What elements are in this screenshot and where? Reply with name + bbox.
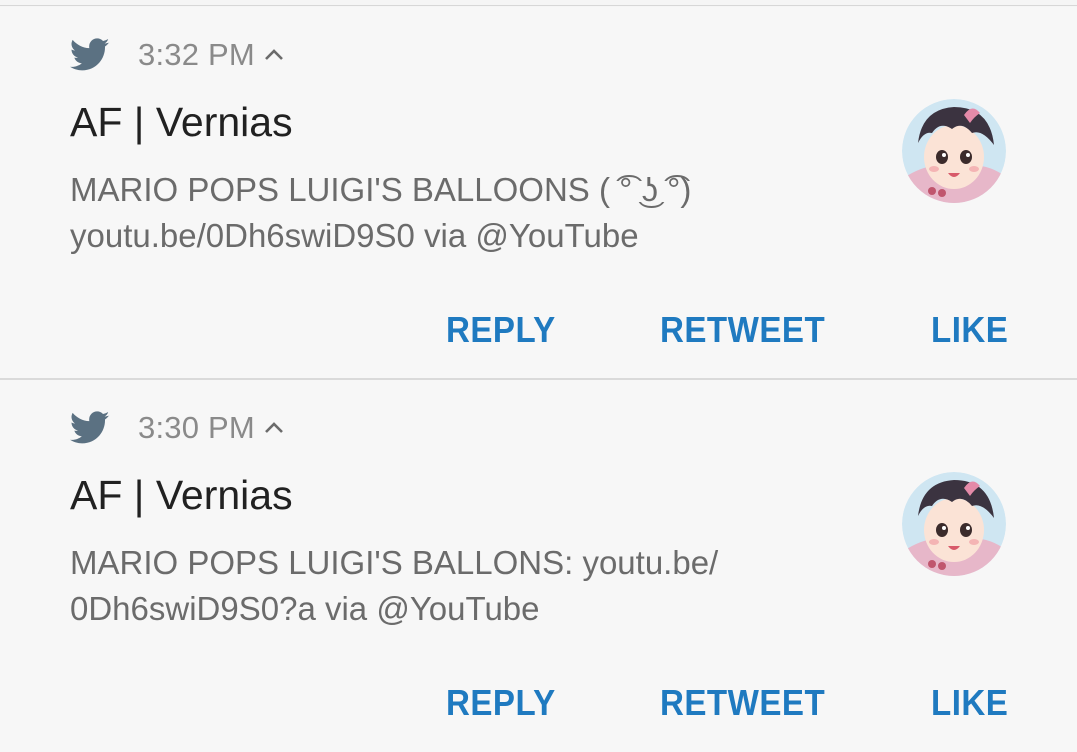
notification-card[interactable]: 3:32 PM AF | Vernias MARIO POPS LUIGI'S … xyxy=(0,7,1077,379)
chevron-up-icon[interactable] xyxy=(263,421,285,435)
notification-body-line: MARIO POPS LUIGI'S BALLOONS ( ͡° ͜ʖ ͡°) xyxy=(70,171,692,208)
twitter-bird-icon xyxy=(70,38,110,71)
chevron-up-icon[interactable] xyxy=(263,48,285,62)
notification-title: AF | Vernias xyxy=(70,99,293,145)
notification-time: 3:30 PM xyxy=(138,410,255,445)
notification-body: MARIO POPS LUIGI'S BALLOONS ( ͡° ͜ʖ ͡°) … xyxy=(70,167,830,259)
notification-body-line: 0Dh6swiD9S0?a via @YouTube xyxy=(70,590,540,627)
notification-title: AF | Vernias xyxy=(70,472,293,518)
notification-header: 3:32 PM xyxy=(70,37,285,73)
user-avatar xyxy=(902,472,1006,576)
notification-body-line: youtu.be/0Dh6swiD9S0 via @YouTube xyxy=(70,217,639,254)
notification-card[interactable]: 3:30 PM AF | Vernias MARIO POPS LUIGI'S … xyxy=(0,380,1077,752)
like-button[interactable]: LIKE xyxy=(931,309,1008,351)
twitter-bird-icon xyxy=(70,411,110,444)
notification-body-line: MARIO POPS LUIGI'S BALLONS: youtu.be/ xyxy=(70,544,719,581)
like-button[interactable]: LIKE xyxy=(931,682,1008,724)
reply-button[interactable]: REPLY xyxy=(446,682,556,724)
notification-time: 3:32 PM xyxy=(138,37,255,72)
reply-button[interactable]: REPLY xyxy=(446,309,556,351)
retweet-button[interactable]: RETWEET xyxy=(660,682,825,724)
user-avatar xyxy=(902,99,1006,203)
notification-header: 3:30 PM xyxy=(70,410,285,446)
top-divider xyxy=(0,5,1077,6)
notification-body: MARIO POPS LUIGI'S BALLONS: youtu.be/ 0D… xyxy=(70,540,830,632)
retweet-button[interactable]: RETWEET xyxy=(660,309,825,351)
